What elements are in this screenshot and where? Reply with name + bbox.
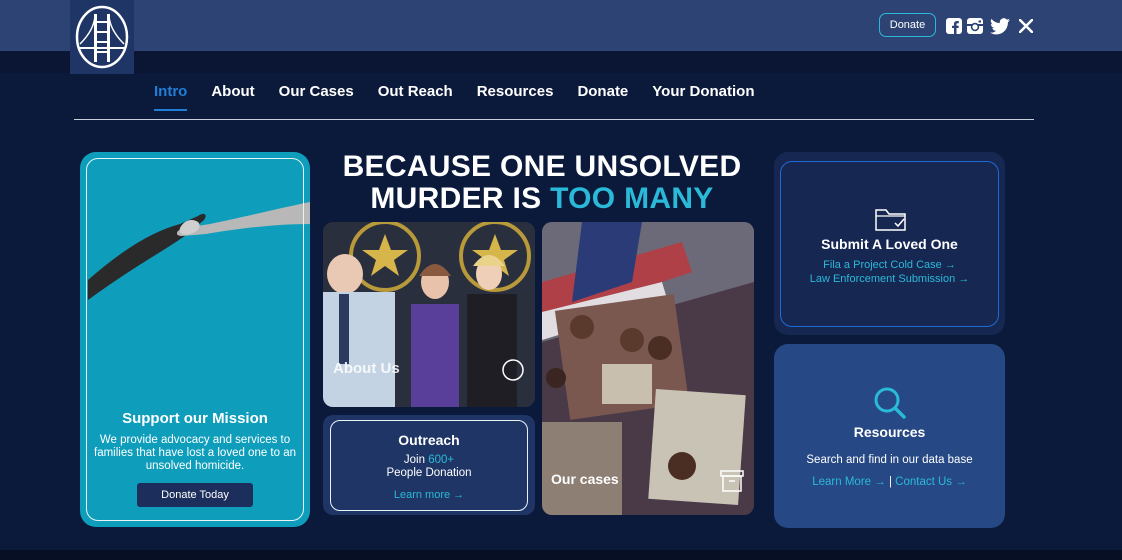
hero-line-1: BECAUSE ONE UNSOLVED [342, 150, 742, 183]
about-us-photo [323, 222, 535, 407]
submit-title: Submit A Loved One [821, 236, 958, 252]
nav-intro[interactable]: Intro [154, 83, 188, 111]
resources-title: Resources [853, 424, 926, 440]
mission-text: We provide advocacy and services to fami… [94, 434, 297, 472]
link-separator: | [888, 476, 892, 488]
x-icon[interactable] [1018, 15, 1034, 37]
twitter-icon[interactable] [989, 15, 1010, 37]
donate-today-button[interactable]: Donate Today [137, 483, 253, 507]
footer-strip [0, 550, 1122, 560]
about-us-card[interactable]: About Us [323, 222, 535, 407]
main-nav: Intro About Our Cases Out Reach Resource… [154, 83, 755, 111]
support-mission-card: Support our Mission We provide advocacy … [80, 152, 310, 527]
bridge-logo-icon [75, 5, 129, 69]
join-suffix: People Donation [386, 467, 472, 479]
mission-title: Support our Mission [122, 410, 268, 427]
search-icon [874, 387, 906, 419]
contact-us-link[interactable]: Contact Us → [895, 476, 967, 488]
hero-headline: BECAUSE ONE UNSOLVED MURDER IS TOO MANY [322, 151, 762, 215]
header-donate-button[interactable]: Donate [879, 13, 936, 37]
instagram-icon[interactable] [967, 15, 983, 37]
nav-divider [74, 119, 1034, 120]
facebook-icon[interactable] [946, 15, 962, 37]
join-count: 600+ [428, 454, 455, 466]
nav-out-reach[interactable]: Out Reach [378, 83, 453, 110]
resources-card: Resources Search and find in our data ba… [774, 344, 1005, 528]
outreach-card: Outreach Join 600+ People Donation Learn… [323, 415, 535, 515]
nav-our-cases[interactable]: Our Cases [279, 83, 354, 110]
archive-box-icon [720, 470, 744, 492]
hero-line-2: MURDER IS TOO MANY [322, 183, 762, 215]
site-logo[interactable] [70, 0, 134, 74]
outreach-learn-more-link[interactable]: Learn more → [331, 489, 527, 501]
join-prefix: Join [403, 454, 429, 466]
outreach-join-text: Join 600+ People Donation [331, 454, 527, 480]
learn-more-link[interactable]: Learn More → [812, 476, 886, 488]
folder-check-icon [875, 209, 906, 231]
nav-about[interactable]: About [211, 83, 254, 110]
cold-case-link[interactable]: Fila a Project Cold Case → [781, 258, 998, 272]
about-us-caption: About Us [333, 360, 400, 377]
hero-line-2-accent: TOO MANY [550, 182, 714, 215]
outreach-title: Outreach [398, 432, 460, 448]
nav-resources[interactable]: Resources [477, 83, 554, 110]
hero-line-2-prefix: MURDER IS [370, 182, 551, 215]
outreach-card-border: Outreach Join 600+ People Donation Learn… [330, 420, 528, 511]
our-cases-caption: Our cases [551, 471, 619, 487]
resources-description: Search and find in our data base [806, 454, 973, 466]
submit-card-border: Submit A Loved One Fila a Project Cold C… [780, 161, 999, 327]
resources-links: Learn More → | Contact Us → [774, 476, 1005, 488]
submit-loved-one-card: Submit A Loved One Fila a Project Cold C… [774, 152, 1005, 335]
nav-your-donation[interactable]: Your Donation [652, 83, 754, 110]
law-enforcement-link[interactable]: Law Enforcement Submission → [781, 272, 998, 286]
nav-donate[interactable]: Donate [577, 83, 628, 110]
our-cases-card[interactable]: Our cases [542, 222, 754, 515]
header-sub-strip [0, 51, 1122, 73]
